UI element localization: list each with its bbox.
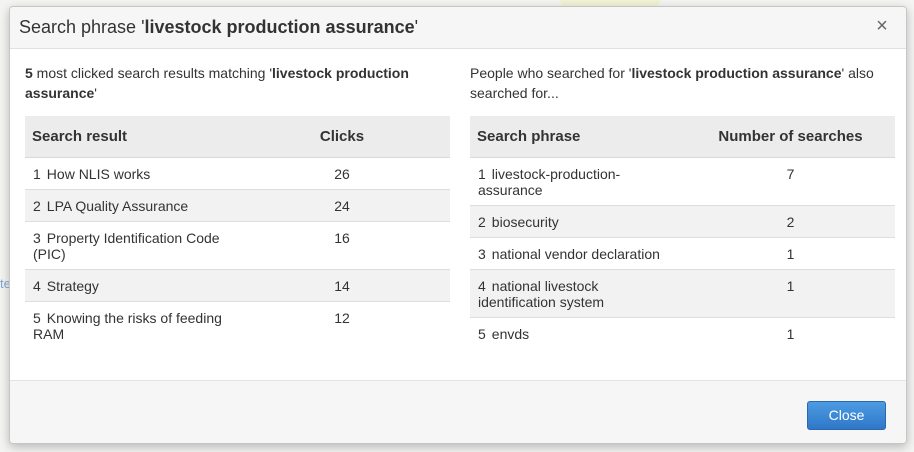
intro-text: People who searched for ' bbox=[470, 65, 632, 81]
result-cell: 2 biosecurity bbox=[470, 205, 686, 238]
result-cell: 1 How NLIS works bbox=[25, 157, 234, 190]
rank-number: 5 bbox=[478, 326, 486, 342]
table-row: 2 LPA Quality Assurance 24 bbox=[25, 189, 450, 222]
table-row: 5 envds 1 bbox=[470, 318, 895, 350]
count-cell: 1 bbox=[786, 326, 795, 342]
title-prefix: Search phrase ' bbox=[19, 17, 145, 37]
result-cell: 5 envds bbox=[470, 318, 686, 350]
top-results-table: Search result Clicks 1 How NLIS works 26 2 L… bbox=[25, 116, 450, 349]
result-label[interactable]: national livestock identification system bbox=[478, 278, 604, 310]
table-row: 3 Property Identification Code (PIC) 16 bbox=[25, 221, 450, 270]
result-label[interactable]: LPA Quality Assurance bbox=[47, 198, 188, 214]
intro-phrase: livestock production assurance bbox=[631, 65, 842, 81]
result-label[interactable]: livestock-production-assurance bbox=[478, 166, 620, 198]
rank-number: 1 bbox=[478, 166, 486, 182]
count-cell: 7 bbox=[686, 157, 895, 206]
table-row: 4 national livestock identification syste… bbox=[470, 269, 895, 318]
dialog-footer: Close bbox=[10, 380, 906, 443]
result-cell: 5 Knowing the risks of feeding RAM bbox=[25, 302, 234, 350]
result-label[interactable]: national vendor declaration bbox=[492, 246, 660, 262]
search-phrase-dialog: Search phrase 'livestock production assu… bbox=[9, 6, 907, 444]
dialog-header: Search phrase 'livestock production assu… bbox=[10, 7, 906, 49]
intro-text: most clicked search results matching ' bbox=[32, 65, 272, 81]
count-cell: 2 bbox=[686, 205, 895, 238]
rank-number: 4 bbox=[478, 278, 486, 294]
rank-number: 5 bbox=[33, 310, 41, 326]
table-row: 3 national vendor declaration 1 bbox=[470, 237, 895, 270]
count-cell: 24 bbox=[234, 189, 450, 222]
count-cell: 14 bbox=[234, 269, 450, 302]
intro-end: ' bbox=[94, 85, 97, 101]
table-row: 4 Strategy 14 bbox=[25, 269, 450, 302]
rank-number: 4 bbox=[33, 278, 41, 294]
related-searches-panel: People who searched for 'livestock produ… bbox=[470, 63, 895, 349]
result-cell: 3 Property Identification Code (PIC) bbox=[25, 221, 234, 270]
column-header-search-phrase: Search phrase bbox=[470, 116, 686, 158]
result-label[interactable]: biosecurity bbox=[492, 214, 559, 230]
result-cell: 4 Strategy bbox=[25, 269, 234, 302]
dialog-title: Search phrase 'livestock production assu… bbox=[19, 17, 418, 38]
top-results-intro: 5 most clicked search results matching '… bbox=[25, 63, 450, 107]
column-header-clicks: Clicks bbox=[234, 116, 450, 158]
result-label[interactable]: Strategy bbox=[47, 278, 99, 294]
count-cell: 1 bbox=[686, 269, 895, 318]
close-icon[interactable]: × bbox=[872, 15, 892, 37]
column-header-search-result: Search result bbox=[25, 116, 234, 158]
column-header-number-of-searches: Number of searches bbox=[686, 116, 895, 158]
table-header-row: Search phrase Number of searches bbox=[470, 116, 895, 158]
result-cell: 1 livestock-production-assurance bbox=[470, 157, 686, 206]
result-cell: 3 national vendor declaration bbox=[470, 237, 686, 270]
related-searches-table: Search phrase Number of searches 1 livest… bbox=[470, 116, 895, 349]
table-header-row: Search result Clicks bbox=[25, 116, 450, 158]
result-cell: 2 LPA Quality Assurance bbox=[25, 189, 234, 222]
count-cell: 26 bbox=[234, 157, 450, 190]
close-button[interactable]: Close bbox=[807, 401, 886, 430]
table-row: 1 livestock-production-assurance 7 bbox=[470, 157, 895, 206]
title-phrase: livestock production assurance bbox=[144, 17, 415, 37]
title-suffix: ' bbox=[414, 17, 419, 37]
rank-number: 3 bbox=[33, 230, 41, 246]
result-label[interactable]: envds bbox=[492, 326, 529, 342]
result-cell: 4 national livestock identification syste… bbox=[470, 269, 686, 318]
intro-count: 5 bbox=[25, 65, 33, 81]
rank-number: 2 bbox=[478, 214, 486, 230]
table-row: 1 How NLIS works 26 bbox=[25, 157, 450, 190]
count-cell: 12 bbox=[334, 310, 350, 326]
top-results-panel: 5 most clicked search results matching '… bbox=[25, 63, 450, 349]
table-row: 5 Knowing the risks of feeding RAM 12 bbox=[25, 302, 450, 350]
count-cell: 16 bbox=[234, 221, 450, 270]
result-label[interactable]: Knowing the risks of feeding RAM bbox=[33, 310, 222, 342]
table-row: 2 biosecurity 2 bbox=[470, 205, 895, 238]
rank-number: 2 bbox=[33, 198, 41, 214]
related-searches-intro: People who searched for 'livestock produ… bbox=[470, 63, 895, 107]
result-label[interactable]: How NLIS works bbox=[47, 166, 150, 182]
rank-number: 1 bbox=[33, 166, 41, 182]
result-label[interactable]: Property Identification Code (PIC) bbox=[33, 230, 220, 262]
count-cell: 1 bbox=[686, 237, 895, 270]
rank-number: 3 bbox=[478, 246, 486, 262]
